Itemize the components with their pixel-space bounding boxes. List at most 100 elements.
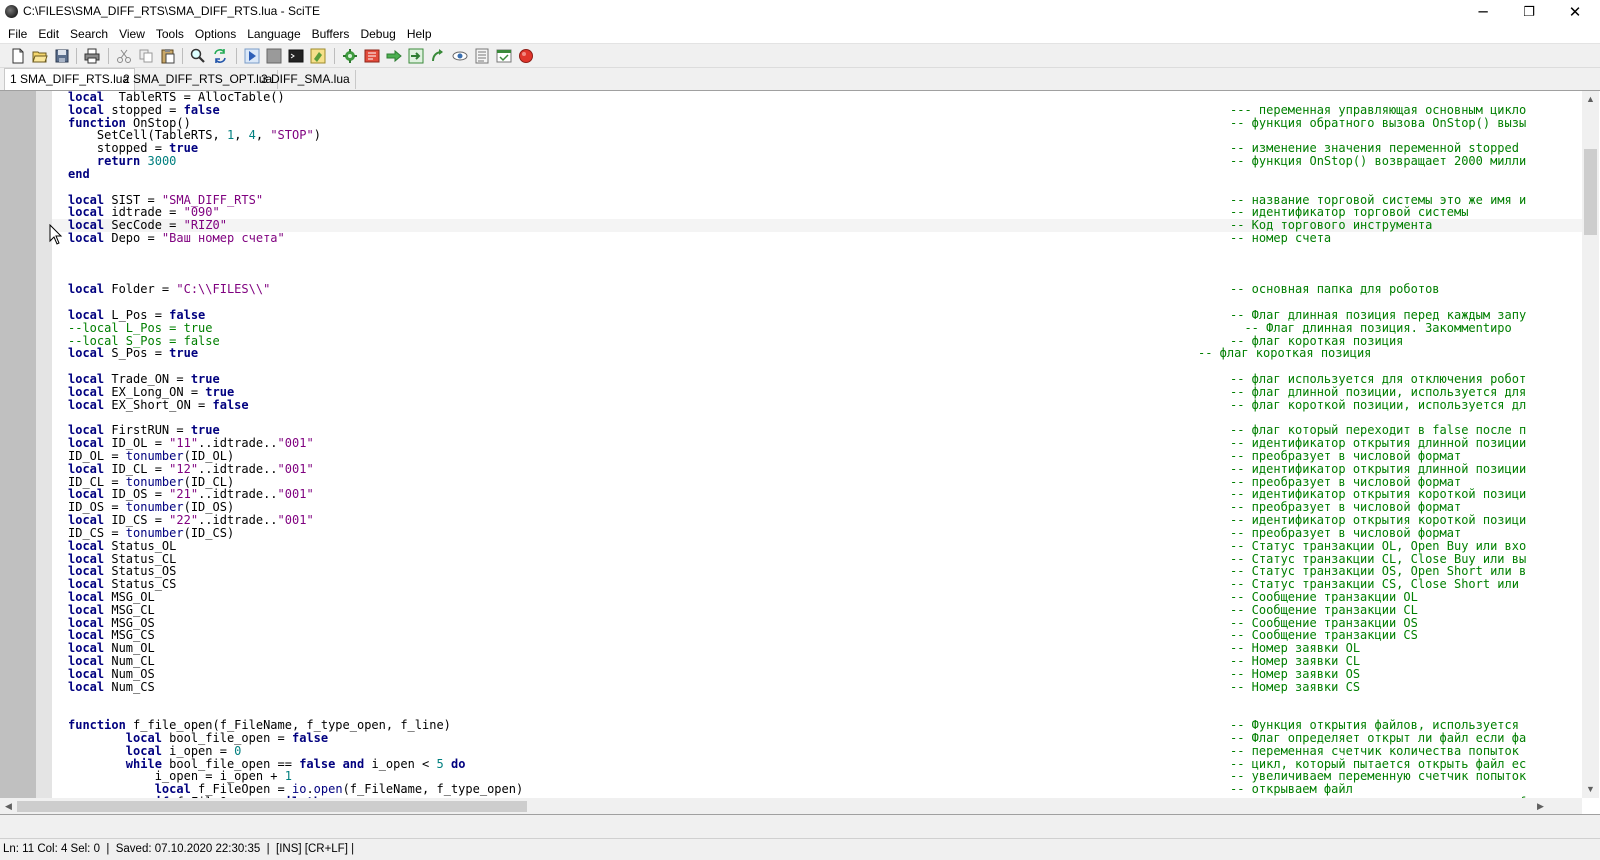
console-icon[interactable]	[288, 48, 304, 64]
gear-icon[interactable]	[342, 48, 358, 64]
code-line[interactable]: 21local S_Pos = true-- флаг короткая поз…	[52, 347, 1582, 360]
code-comment: -- Флаг длинная позиция перед каждым зап…	[1230, 307, 1527, 322]
code-line[interactable]: 12local Depo = "Ваш номер счета"-- номер…	[52, 232, 1582, 245]
scroll-up-arrow-icon[interactable]: ▲	[1582, 91, 1599, 108]
record-icon[interactable]	[518, 48, 534, 64]
code-token: false	[291, 731, 329, 745]
code-comment: -- Номер заявки CS	[1230, 679, 1361, 694]
back-icon[interactable]	[430, 48, 446, 64]
code-token: false	[299, 756, 336, 771]
code-line[interactable]: 48	[52, 694, 1582, 707]
next-icon[interactable]	[408, 48, 424, 64]
toolbar	[0, 43, 1600, 68]
menu-tools[interactable]: Tools	[151, 27, 190, 41]
eye-icon[interactable]	[452, 48, 468, 64]
code-line[interactable]: 24local EX_Long_ON = true-- флаг длинной…	[52, 385, 1582, 399]
code-line[interactable]: 41local MSG_CL-- Сообщение транзакции CL	[52, 603, 1582, 617]
cut-icon[interactable]	[116, 48, 132, 64]
maximize-button[interactable]: ❐	[1506, 0, 1552, 24]
menu-view[interactable]: View	[114, 27, 151, 41]
code-token: local	[68, 282, 105, 297]
scroll-left-arrow-icon[interactable]: ◀	[0, 798, 17, 814]
code-line[interactable]: 46local Num_OS-- Номер заявки OS	[52, 667, 1582, 681]
print-icon[interactable]	[84, 48, 100, 64]
vertical-scrollbar[interactable]: ▲ ▼	[1582, 91, 1599, 798]
find-icon[interactable]	[190, 48, 206, 64]
open-folder-icon[interactable]	[32, 48, 48, 64]
copy-icon[interactable]	[138, 48, 154, 64]
new-file-icon[interactable]	[10, 48, 26, 64]
window-icon[interactable]	[496, 48, 512, 64]
tab-2[interactable]: 2 SMA_DIFF_RTS_OPT.lua	[118, 70, 279, 89]
code-comment: -- преобразует в числовой формат	[1230, 448, 1462, 463]
code-comment: -- функция обратного вызова OnStop() выз…	[1230, 115, 1527, 130]
code-token: ,	[255, 128, 271, 143]
code-comment: -- номер счета	[1230, 231, 1332, 246]
toolbar-separator	[182, 48, 183, 64]
code-token: local	[68, 231, 105, 246]
list-icon[interactable]	[474, 48, 490, 64]
code-line[interactable]: 35ID_CS = tonumber(ID_CS)-- преобразует …	[52, 526, 1582, 540]
code-line[interactable]: 16local Folder = "C:\\FILES\\"-- основна…	[52, 283, 1582, 296]
minimize-button[interactable]: ─	[1460, 0, 1506, 24]
scroll-right-arrow-icon[interactable]: ▶	[1532, 798, 1549, 814]
scroll-down-arrow-icon[interactable]: ▼	[1582, 781, 1599, 798]
tab-1[interactable]: 1 SMA_DIFF_RTS.lua	[4, 68, 136, 90]
vertical-scroll-thumb[interactable]	[1584, 149, 1597, 235]
code-text: end	[68, 167, 90, 181]
close-button[interactable]: ✕	[1552, 0, 1598, 24]
menu-edit[interactable]: Edit	[33, 27, 65, 41]
horizontal-scroll-thumb[interactable]	[17, 801, 527, 812]
bookmark-icon[interactable]	[364, 48, 380, 64]
code-token: return	[96, 154, 141, 169]
menu-options[interactable]: Options	[190, 27, 242, 41]
horizontal-scrollbar[interactable]: ◀ ▶	[0, 798, 1582, 814]
code-token: "Ваш номер счета"	[161, 231, 285, 246]
code-line[interactable]: 8	[52, 181, 1582, 194]
code-token: (f_FileName, f_type_open)	[342, 782, 524, 797]
run-icon[interactable]	[244, 48, 260, 64]
code-token: true	[169, 346, 199, 361]
menu-file[interactable]: File	[3, 27, 33, 41]
code-token: 4	[248, 128, 256, 143]
paste-icon[interactable]	[160, 48, 176, 64]
code-line[interactable]: 25local EX_Short_ON = false-- флаг корот…	[52, 397, 1582, 412]
code-line[interactable]: 18local L_Pos = false-- Флаг длинная поз…	[52, 307, 1582, 322]
menu-help[interactable]: Help	[402, 27, 438, 41]
code-text: local S_Pos = true	[68, 347, 198, 360]
editor-pane[interactable]: 1local TableRTS = AllocTable()2local sto…	[0, 90, 1600, 815]
code-line[interactable]: 2local stopped = false--- переменная упр…	[52, 103, 1582, 117]
line-number-margin	[0, 91, 36, 814]
build-icon[interactable]	[310, 48, 326, 64]
menu-bar: File Edit Search View Tools Options Language Bu…	[0, 24, 1600, 43]
save-icon[interactable]	[54, 48, 70, 64]
code-token: "001"	[277, 487, 314, 502]
code-comment: -- Статус транзакции OL, Open Buy или вх…	[1230, 538, 1527, 553]
code-line[interactable]: 36local Status_OL-- Статус транзакции OL…	[52, 538, 1582, 553]
goto-icon[interactable]	[386, 48, 402, 64]
code-area[interactable]: 1local TableRTS = AllocTable()2local sto…	[52, 91, 1582, 813]
code-text: local Folder = "C:\\FILES\\"	[68, 283, 270, 296]
menu-language[interactable]: Language	[242, 27, 306, 41]
replace-icon[interactable]	[212, 48, 228, 64]
menu-debug[interactable]: Debug	[355, 27, 401, 41]
code-line[interactable]: 7end	[52, 167, 1582, 181]
code-line[interactable]: 6 return 3000-- функция OnStop() возвращ…	[52, 155, 1582, 168]
code-line[interactable]: 14	[52, 258, 1582, 271]
fold-margin[interactable]	[36, 91, 52, 814]
code-comment: -- функция OnStop() возвращает 2000 милл…	[1230, 154, 1527, 169]
tab-3[interactable]: 3 DIFF_SMA.lua	[256, 70, 356, 89]
menu-buffers[interactable]: Buffers	[307, 27, 356, 41]
code-token: local	[68, 397, 105, 412]
code-line[interactable]: 30local ID_CL = "12"..idtrade.."001"-- и…	[52, 462, 1582, 476]
code-token: local	[68, 346, 105, 361]
code-line[interactable]: 47local Num_CS-- Номер заявки CS	[52, 679, 1582, 694]
menu-search[interactable]: Search	[65, 27, 114, 41]
mouse-cursor-icon	[49, 224, 63, 245]
toolbar-separator	[236, 48, 237, 64]
code-line[interactable]: 13	[52, 245, 1582, 258]
scite-app-icon	[5, 5, 18, 18]
stop-icon[interactable]	[266, 48, 282, 64]
code-token: and	[342, 756, 365, 771]
code-line[interactable]: 19--local L_Pos = true -- Флаг длинная п…	[52, 321, 1582, 335]
